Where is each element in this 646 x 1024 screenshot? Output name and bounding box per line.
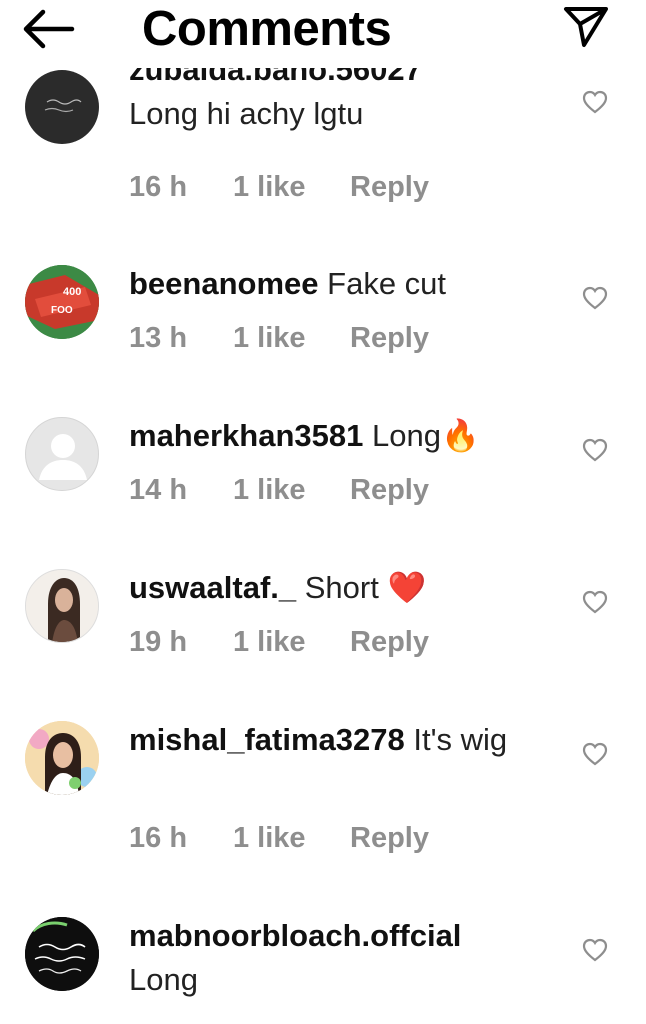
paper-plane-icon (564, 7, 608, 47)
header-bar: Comments (0, 0, 646, 62)
heart-icon (582, 286, 608, 310)
svg-text:400: 400 (63, 286, 81, 298)
comment-text: It's wig (413, 722, 508, 757)
comment-text-block: uswaaltaf._ Short ❤️ (129, 566, 549, 610)
avatar[interactable] (25, 569, 99, 643)
comment-text: Short ❤️ (304, 570, 427, 605)
comment-time: 19 h (129, 626, 188, 658)
comment-username[interactable]: uswaaltaf._ (129, 570, 296, 605)
comment-text: Long hi achy lgtu (129, 96, 364, 131)
reply-button[interactable]: Reply (350, 171, 429, 204)
like-button[interactable] (582, 90, 608, 114)
reply-button[interactable]: Reply (350, 322, 429, 355)
likes-count[interactable]: 1 like (233, 822, 306, 855)
avatar[interactable]: 400 FOO (25, 265, 99, 339)
back-button[interactable] (22, 8, 78, 50)
comment-username[interactable]: beenanomee (129, 266, 319, 301)
heart-icon (582, 742, 608, 766)
portrait-image (26, 570, 98, 642)
comment-username[interactable]: maherkhan3581 (129, 418, 363, 453)
pattern-image: 400 FOO (25, 265, 99, 339)
comment-text-block: beenanomee Fake cut (129, 262, 549, 306)
avatar[interactable] (25, 417, 99, 491)
heart-icon (582, 438, 608, 462)
comment-text-block: zubaida.bano.56027 Long hi achy lgtu (129, 68, 549, 138)
calligraphy-image (25, 917, 99, 991)
comment-time: 14 h (129, 474, 188, 506)
likes-count[interactable]: 1 like (233, 474, 306, 507)
comment-username[interactable]: zubaida.bano.56027 (129, 68, 422, 87)
avatar[interactable] (25, 70, 99, 144)
reply-button[interactable]: Reply (350, 822, 429, 855)
reply-button[interactable]: Reply (350, 626, 429, 659)
heart-icon (582, 90, 608, 114)
comment-text-block: mabnoorbloach.offcial Long (129, 914, 549, 1002)
page-title: Comments (142, 2, 392, 56)
arrow-left-icon (23, 9, 75, 49)
comment-time: 13 h (129, 322, 188, 354)
default-avatar-icon (39, 434, 87, 480)
comment-text: Long🔥 (372, 418, 480, 453)
share-button[interactable] (562, 3, 610, 49)
likes-count[interactable]: 1 like (233, 626, 306, 659)
comment-username[interactable]: mishal_fatima3278 (129, 722, 405, 757)
like-button[interactable] (582, 590, 608, 614)
avatar[interactable] (25, 917, 99, 991)
svg-text:FOO: FOO (51, 305, 73, 316)
like-button[interactable] (582, 286, 608, 310)
reply-button[interactable]: Reply (350, 474, 429, 507)
comment-time: 16 h (129, 171, 188, 203)
like-button[interactable] (582, 742, 608, 766)
heart-icon (582, 590, 608, 614)
heart-icon (582, 938, 608, 962)
comment-text: Long (129, 962, 198, 997)
comment-text: Fake cut (327, 266, 447, 301)
calligraphy-image (44, 99, 82, 113)
like-button[interactable] (582, 438, 608, 462)
comment-text-block: maherkhan3581 Long🔥 (129, 414, 549, 458)
comment-text-block: mishal_fatima3278 It's wig (129, 718, 549, 762)
comment-username[interactable]: mabnoorbloach.offcial (129, 918, 461, 953)
portrait-image (25, 721, 99, 795)
comment-time: 16 h (129, 822, 188, 854)
likes-count[interactable]: 1 like (233, 322, 306, 355)
like-button[interactable] (582, 938, 608, 962)
likes-count[interactable]: 1 like (233, 171, 306, 204)
avatar[interactable] (25, 721, 99, 795)
